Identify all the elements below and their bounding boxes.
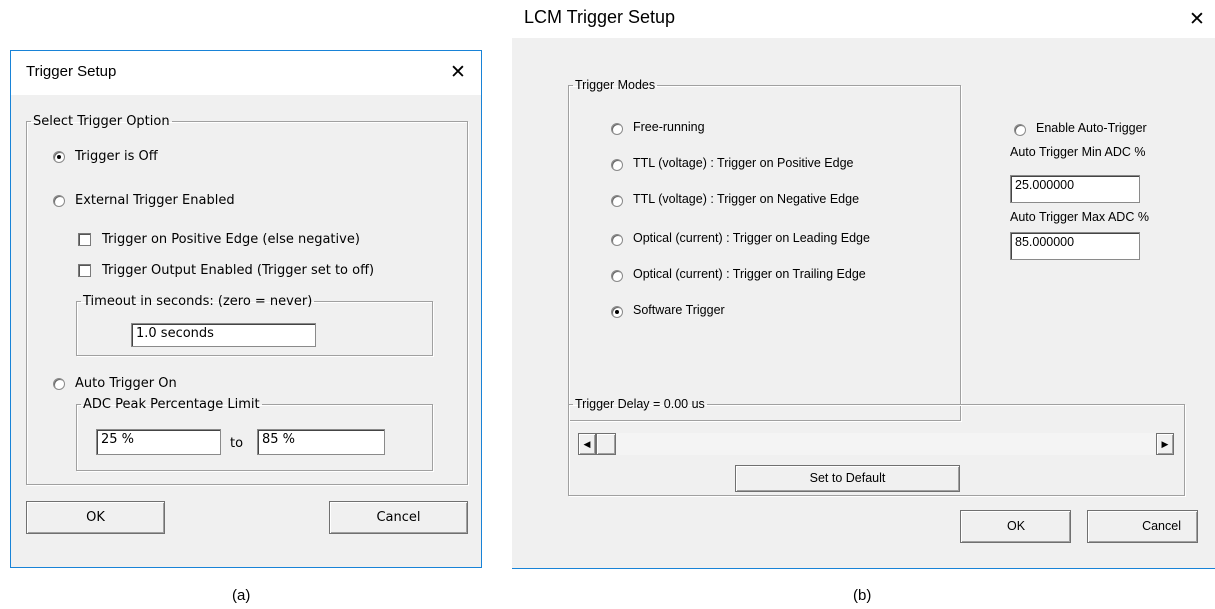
adc-min-input[interactable]: 25 % <box>96 429 221 455</box>
caption-a: (a) <box>232 587 251 604</box>
radio-external-trigger[interactable] <box>53 195 65 207</box>
timeout-group-title: Timeout in seconds: (zero = never) <box>83 294 313 309</box>
checkbox-output-enabled[interactable] <box>78 264 91 277</box>
radio-label-external-trigger[interactable]: External Trigger Enabled <box>75 193 235 208</box>
radio-auto-trigger[interactable] <box>53 378 65 390</box>
timeout-input[interactable]: 1.0 seconds <box>131 323 316 347</box>
slider-thumb[interactable] <box>596 433 616 455</box>
auto-trigger-max-label: Auto Trigger Max ADC % <box>1010 210 1149 224</box>
lcm-trigger-setup-dialog: Trigger Modes Free-running TTL (voltage)… <box>512 38 1215 569</box>
mode-label-optical-trailing[interactable]: Optical (current) : Trigger on Trailing … <box>633 267 866 281</box>
trigger-delay-title: Trigger Delay = 0.00 us <box>575 397 705 411</box>
mode-label-free-running[interactable]: Free-running <box>633 120 705 134</box>
radio-mode-optical-trailing[interactable] <box>611 270 623 282</box>
checkbox-label-output-enabled[interactable]: Trigger Output Enabled (Trigger set to o… <box>102 263 374 278</box>
set-to-default-button[interactable]: Set to Default <box>735 465 960 492</box>
checkbox-label-positive-edge[interactable]: Trigger on Positive Edge (else negative) <box>102 232 360 247</box>
radio-mode-free-running[interactable] <box>611 123 623 135</box>
lcm-dialog-title: LCM Trigger Setup <box>524 7 676 27</box>
to-label: to <box>230 436 244 451</box>
trigger-delay-slider[interactable]: ◀ ▶ <box>578 433 1174 455</box>
cancel-button[interactable]: Cancel <box>329 501 468 534</box>
mode-label-ttl-negative[interactable]: TTL (voltage) : Trigger on Negative Edge <box>633 192 859 206</box>
auto-trigger-max-input[interactable]: 85.000000 <box>1010 232 1140 260</box>
trigger-modes-title: Trigger Modes <box>575 78 656 92</box>
lcm-ok-button[interactable]: OK <box>960 510 1071 543</box>
radio-enable-auto-trigger[interactable] <box>1014 124 1026 136</box>
checkbox-positive-edge[interactable] <box>78 233 91 246</box>
radio-mode-ttl-positive[interactable] <box>611 159 623 171</box>
enable-auto-trigger-label[interactable]: Enable Auto-Trigger <box>1036 121 1147 135</box>
mode-label-ttl-positive[interactable]: TTL (voltage) : Trigger on Positive Edge <box>633 156 853 170</box>
radio-mode-ttl-negative[interactable] <box>611 195 623 207</box>
auto-trigger-min-label: Auto Trigger Min ADC % <box>1010 145 1146 159</box>
trigger-setup-dialog: Trigger Setup ✕ Select Trigger Option Tr… <box>10 50 482 568</box>
mode-label-optical-leading[interactable]: Optical (current) : Trigger on Leading E… <box>633 231 870 245</box>
trigger-modes-group: Trigger Modes <box>568 78 961 421</box>
scroll-right-arrow-icon[interactable]: ▶ <box>1156 433 1174 455</box>
caption-b: (b) <box>853 587 872 604</box>
radio-label-auto-trigger[interactable]: Auto Trigger On <box>75 376 177 391</box>
mode-label-software[interactable]: Software Trigger <box>633 303 725 317</box>
radio-trigger-off[interactable] <box>53 151 65 163</box>
lcm-close-icon[interactable]: ✕ <box>1182 4 1212 34</box>
close-icon[interactable]: ✕ <box>443 57 473 87</box>
adc-peak-limit-title: ADC Peak Percentage Limit <box>83 397 260 412</box>
radio-mode-software[interactable] <box>611 306 623 318</box>
lcm-cancel-button[interactable]: Cancel <box>1087 510 1198 543</box>
scroll-left-arrow-icon[interactable]: ◀ <box>578 433 596 455</box>
radio-label-trigger-off[interactable]: Trigger is Off <box>75 149 158 164</box>
auto-trigger-min-input[interactable]: 25.000000 <box>1010 175 1140 203</box>
dialog-title: Trigger Setup <box>26 63 117 80</box>
radio-mode-optical-leading[interactable] <box>611 234 623 246</box>
ok-button[interactable]: OK <box>26 501 165 534</box>
group-title: Select Trigger Option <box>33 114 170 129</box>
adc-max-input[interactable]: 85 % <box>257 429 385 455</box>
